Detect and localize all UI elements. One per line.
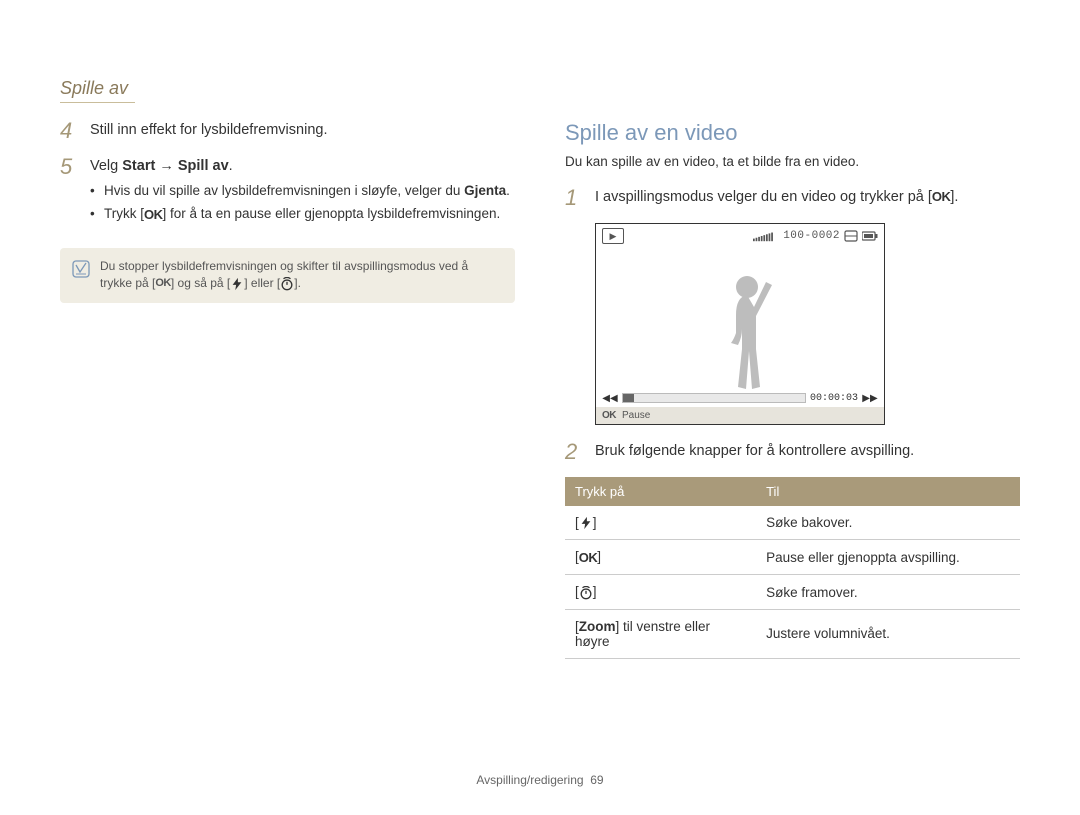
step5-body: Velg Start → Spill av. Hvis du vil spill… <box>90 156 515 228</box>
table-row: [OK] Pause eller gjenoppta avspilling. <box>565 540 1020 575</box>
person-silhouette-icon <box>712 271 782 391</box>
cell-desc: Pause eller gjenoppta avspilling. <box>756 540 1020 575</box>
th-til: Til <box>756 477 1020 506</box>
cell-desc: Søke bakover. <box>756 506 1020 540</box>
time-label: 00:00:03 <box>810 393 858 404</box>
timer-icon <box>280 277 294 291</box>
pause-label: Pause <box>622 410 650 421</box>
cell-key: [] <box>565 575 756 609</box>
section-title: Spille av en video <box>565 120 1020 146</box>
bullet2-suffix: ] for å ta en pause eller gjenoppta lysb… <box>163 206 501 221</box>
step-number: 2 <box>565 441 583 463</box>
step-number: 5 <box>60 156 78 178</box>
bullet-repeat: Hvis du vil spille av lysbildefremvisnin… <box>90 182 515 201</box>
step1-suffix: ]. <box>950 189 958 205</box>
th-trykk-pa: Trykk på <box>565 477 756 506</box>
header-underline <box>60 102 135 103</box>
step5-bold2: Spill av <box>178 158 229 174</box>
page-footer: Avspilling/redigering 69 <box>0 773 1080 787</box>
ok-icon: OK <box>579 550 598 565</box>
note-text: Du stopper lysbildefremvisningen og skif… <box>100 258 503 293</box>
signal-icon <box>753 230 779 242</box>
bullet1-prefix: Hvis du vil spille av lysbildefremvisnin… <box>104 183 464 198</box>
cell-key-bold: Zoom <box>579 619 616 634</box>
rewind-icon: ◀◀ <box>602 391 618 405</box>
note-suffix: ]. <box>294 276 301 290</box>
play-indicator-icon: ▶ <box>602 228 624 244</box>
step5-suffix: . <box>229 158 233 174</box>
step-2: 2 Bruk følgende knapper for å kontroller… <box>565 441 1020 463</box>
step-5: 5 Velg Start → Spill av. Hvis du vil spi… <box>60 156 515 228</box>
step1-body: I avspillingsmodus velger du en video og… <box>595 187 1020 207</box>
bullet-pause: Trykk [OK] for å ta en pause eller gjeno… <box>90 205 515 224</box>
file-counter: 100-0002 <box>783 230 840 242</box>
step-number: 4 <box>60 120 78 142</box>
bullet2-prefix: Trykk [ <box>104 206 144 221</box>
camera-screenshot: ▶ 100-0002 ◀◀ 00:00:03 ▶▶ OK Pause <box>595 223 885 425</box>
bullet1-bold: Gjenta <box>464 183 506 198</box>
cell-key: [Zoom] til venstre eller høyre <box>565 609 756 658</box>
playbar: ◀◀ 00:00:03 ▶▶ <box>596 391 884 407</box>
cell-desc: Søke framover. <box>756 575 1020 609</box>
note-mid1: ] og så på [ <box>171 276 230 290</box>
step1-prefix: I avspillingsmodus velger du en video og… <box>595 189 932 205</box>
video-stage <box>596 246 884 391</box>
ok-icon: OK <box>932 188 951 206</box>
note-icon <box>72 260 90 278</box>
forward-icon: ▶▶ <box>862 391 878 405</box>
pause-hint: OK Pause <box>596 407 884 424</box>
cell-key: [] <box>565 506 756 540</box>
progress-bar <box>622 393 806 403</box>
step-4: 4 Still inn effekt for lysbildefremvisni… <box>60 120 515 142</box>
ok-icon: OK <box>144 206 163 224</box>
page-header: Spille av <box>60 78 128 99</box>
cell-key: [OK] <box>565 540 756 575</box>
step5-bullets: Hvis du vil spille av lysbildefremvisnin… <box>90 182 515 224</box>
screenshot-topbar: ▶ 100-0002 <box>596 224 884 246</box>
progress-fill <box>623 394 634 402</box>
footer-page: 69 <box>590 773 603 787</box>
controls-table: Trykk på Til [] Søke bakover. [OK] Pause… <box>565 477 1020 659</box>
flash-icon <box>230 277 244 291</box>
table-row: [] Søke bakover. <box>565 506 1020 540</box>
step5-arrow: → <box>155 158 178 174</box>
table-row: [Zoom] til venstre eller høyre Justere v… <box>565 609 1020 658</box>
flash-icon <box>579 516 593 530</box>
footer-text: Avspilling/redigering <box>476 773 583 787</box>
step4-text: Still inn effekt for lysbildefremvisning… <box>90 120 515 140</box>
left-column: 4 Still inn effekt for lysbildefremvisni… <box>60 120 515 659</box>
section-subtitle: Du kan spille av en video, ta et bilde f… <box>565 154 1020 169</box>
step5-prefix: Velg <box>90 158 122 174</box>
note-mid2: ] eller [ <box>244 276 280 290</box>
battery-icon <box>862 231 878 241</box>
step-1: 1 I avspillingsmodus velger du en video … <box>565 187 1020 209</box>
card-icon <box>844 230 858 242</box>
ok-icon: OK <box>602 410 616 421</box>
step5-bold1: Start <box>122 158 155 174</box>
ok-icon: OK <box>155 276 171 292</box>
bullet1-suffix: . <box>506 183 510 198</box>
cell-desc: Justere volumnivået. <box>756 609 1020 658</box>
step-number: 1 <box>565 187 583 209</box>
note-box: Du stopper lysbildefremvisningen og skif… <box>60 248 515 303</box>
timer-icon <box>579 586 593 600</box>
table-row: [] Søke framover. <box>565 575 1020 609</box>
right-column: Spille av en video Du kan spille av en v… <box>565 120 1020 659</box>
step2-text: Bruk følgende knapper for å kontrollere … <box>595 441 1020 461</box>
